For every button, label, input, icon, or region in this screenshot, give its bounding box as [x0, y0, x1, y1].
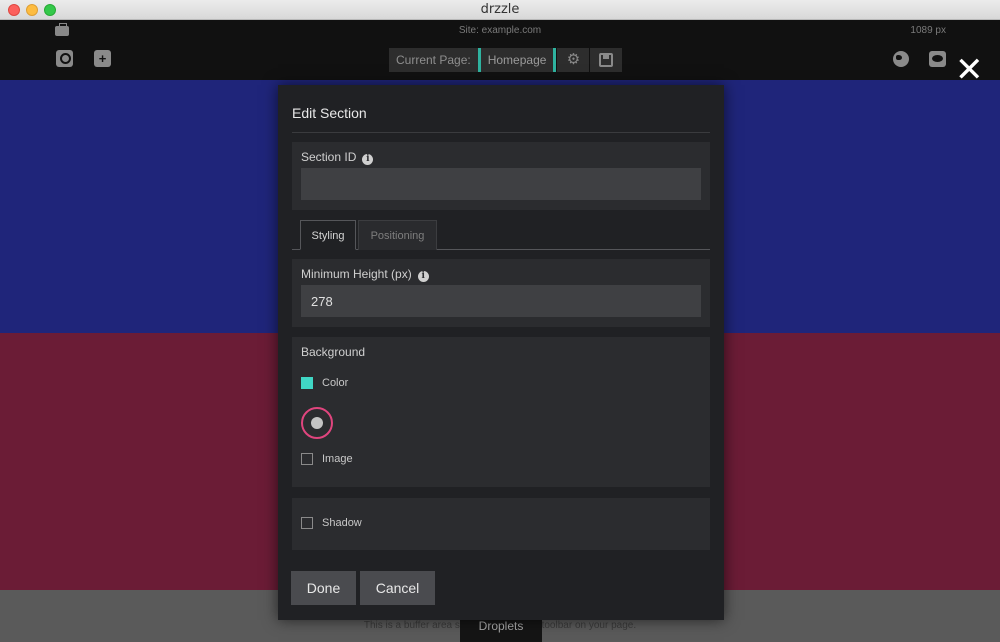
save-page-button[interactable] [590, 48, 623, 72]
current-page-group: Current Page: Homepage ⚙ [389, 48, 623, 72]
style-tabs: Styling Positioning [292, 220, 710, 250]
add-page-icon[interactable]: + [94, 50, 111, 67]
floppy-save-icon [599, 53, 614, 67]
background-label: Background [301, 345, 366, 359]
color-option-label: Color [322, 377, 349, 389]
window-titlebar: drzzle [0, 0, 1000, 20]
min-height-panel: Minimum Height (px) i [292, 259, 710, 327]
cancel-button[interactable]: Cancel [360, 571, 435, 605]
shadow-option[interactable]: Shadow [301, 517, 362, 529]
min-height-label: Minimum Height (px) i [301, 267, 429, 282]
done-button[interactable]: Done [291, 571, 356, 605]
shadow-option-label: Shadow [322, 517, 362, 529]
modal-title: Edit Section [292, 105, 367, 121]
search-page-icon[interactable] [56, 50, 73, 67]
background-panel: Background Color Image [292, 337, 710, 487]
page-settings-gear-icon[interactable]: ⚙ [557, 48, 590, 72]
eye-preview-icon[interactable] [929, 51, 946, 67]
section-id-input[interactable] [301, 168, 701, 200]
edit-section-modal: Edit Section Section ID i Styling Positio… [278, 85, 724, 620]
info-icon[interactable]: i [417, 271, 429, 282]
viewport-width-label: 1089 px [910, 25, 946, 36]
min-height-input[interactable] [301, 285, 701, 317]
background-color-option[interactable]: Color [301, 377, 348, 389]
site-label: Site: example.com [458, 25, 542, 36]
current-page-label: Current Page: [389, 48, 478, 72]
title-divider [292, 132, 710, 133]
section-id-label: Section ID i [301, 150, 374, 165]
info-icon[interactable]: i [362, 154, 374, 165]
min-height-label-text: Minimum Height (px) [301, 267, 412, 281]
section-id-panel: Section ID i [292, 142, 710, 210]
color-palette-icon[interactable] [301, 407, 333, 439]
current-page-divider [553, 48, 557, 72]
globe-publish-icon[interactable] [893, 51, 909, 67]
tab-positioning[interactable]: Positioning [358, 220, 437, 250]
color-checkbox[interactable] [301, 377, 313, 389]
window-title: drzzle [480, 2, 520, 17]
image-checkbox[interactable] [301, 453, 313, 465]
shadow-panel: Shadow [292, 498, 710, 550]
tab-styling[interactable]: Styling [300, 220, 356, 250]
editor-toolbar: Site: example.com 1089 px + Current Page… [0, 20, 1000, 87]
shadow-checkbox[interactable] [301, 517, 313, 529]
background-image-option[interactable]: Image [301, 453, 353, 465]
image-option-label: Image [322, 453, 353, 465]
current-page-select[interactable]: Homepage [480, 48, 554, 72]
section-id-label-text: Section ID [301, 150, 357, 164]
